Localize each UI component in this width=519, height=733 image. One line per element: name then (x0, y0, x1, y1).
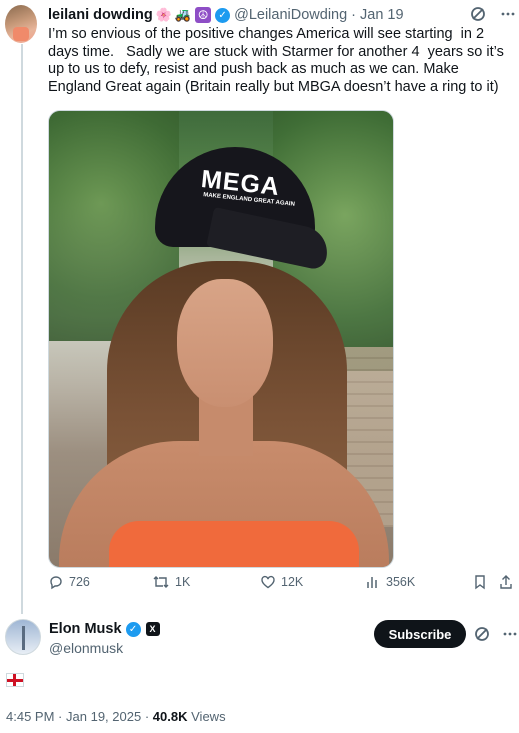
views-button[interactable]: 356K (365, 574, 415, 590)
heart-icon (261, 575, 275, 589)
repost-icon (153, 576, 169, 588)
grok-icon[interactable] (470, 6, 486, 26)
tweet-date[interactable]: Jan 19 (360, 7, 404, 23)
separator-dot: · (351, 7, 357, 23)
tweet-photo[interactable]: MEGA MAKE ENGLAND GREAT AGAIN (48, 110, 394, 568)
verified-icon: ✓ (215, 7, 231, 23)
views-count: 356K (386, 575, 416, 589)
tweet-header: leilani dowding 🌸 🚜 ☮ ✓ @LeilaniDowding … (48, 5, 404, 25)
more-icon[interactable] (500, 6, 516, 26)
share-button[interactable] (498, 574, 514, 590)
reply-author-name[interactable]: Elon Musk (49, 621, 122, 637)
author-name[interactable]: leilani dowding (48, 7, 153, 23)
tractor-emoji-badge: 🚜 (174, 7, 192, 22)
more-icon[interactable] (502, 626, 518, 646)
reply-top-actions (474, 626, 518, 646)
tweet-top-actions (470, 6, 516, 26)
flag-cross-vertical (13, 674, 16, 686)
bookmark-button[interactable] (473, 574, 487, 590)
verified-icon: ✓ (125, 621, 141, 637)
separator-dot: · (144, 709, 150, 724)
thread-connector-line (21, 44, 23, 614)
like-button[interactable]: 12K (260, 574, 303, 590)
reply-date[interactable]: Jan 19, 2025 (66, 709, 141, 724)
separator-dot: · (58, 709, 63, 724)
repost-button[interactable]: 1K (152, 574, 190, 590)
reply-views-label: Views (191, 709, 226, 724)
x-affiliate-icon: X (145, 622, 160, 636)
avatar[interactable] (5, 5, 37, 43)
reply-count: 726 (69, 575, 90, 589)
flower-emoji-badge: 🌸 (155, 7, 172, 22)
reply-metadata: 4:45 PM · Jan 19, 2025 · 40.8K Views (6, 709, 226, 724)
orange-top (109, 521, 359, 567)
reply-icon (50, 576, 62, 590)
reply-time[interactable]: 4:45 PM (6, 709, 54, 724)
reply-author: Elon Musk ✓ X (49, 621, 160, 637)
reply-views-count: 40.8K (152, 709, 188, 724)
repost-count: 1K (175, 575, 191, 589)
peace-icon: ☮ (195, 7, 212, 23)
author-handle[interactable]: @LeilaniDowding (234, 7, 347, 23)
england-flag-icon (6, 673, 24, 687)
reply-avatar[interactable] (5, 619, 41, 655)
subscribe-button[interactable]: Subscribe (374, 620, 466, 648)
face (177, 279, 273, 407)
reply-handle[interactable]: @elonmusk (49, 640, 123, 656)
views-icon (367, 577, 377, 588)
tweet-text: I’m so envious of the positive changes A… (48, 26, 508, 95)
grok-icon[interactable] (474, 626, 490, 646)
bookmark-icon (475, 575, 485, 590)
like-count: 12K (281, 575, 304, 589)
share-icon (500, 575, 512, 589)
reply-button[interactable]: 726 (48, 574, 90, 590)
